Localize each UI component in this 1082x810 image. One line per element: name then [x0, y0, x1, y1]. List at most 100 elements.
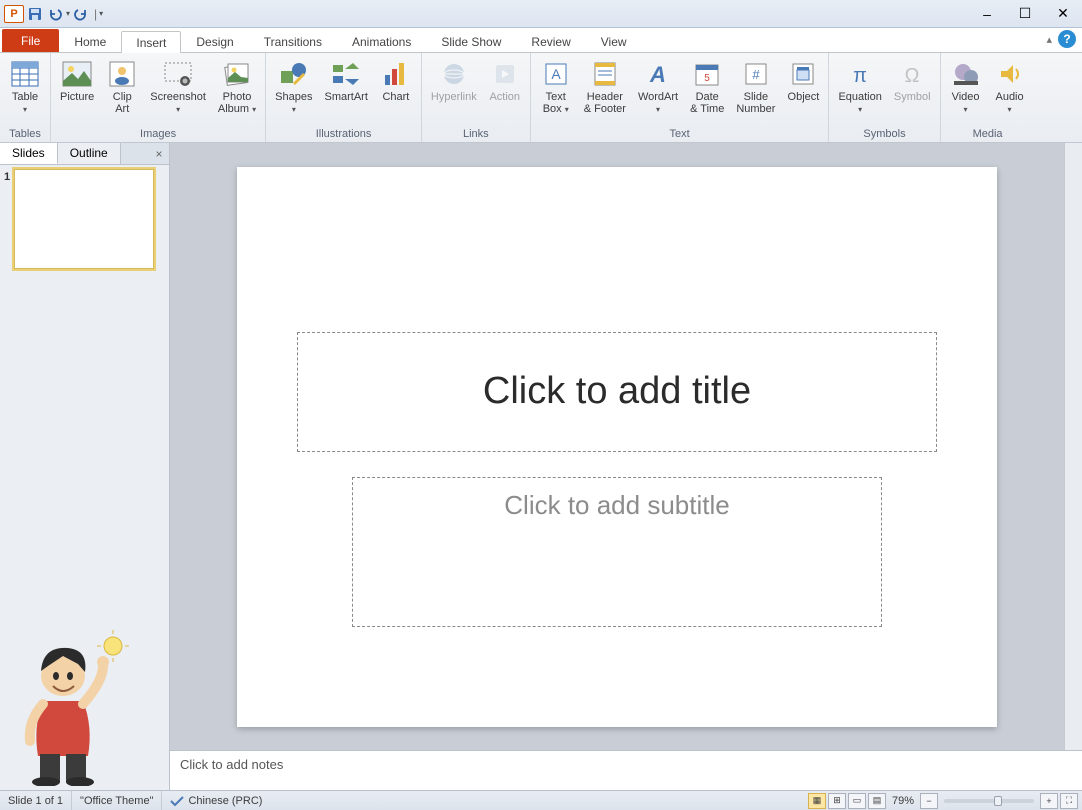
- title-placeholder[interactable]: Click to add title: [297, 332, 937, 452]
- window-controls: – ☐ ✕: [968, 3, 1082, 25]
- slide-canvas[interactable]: Click to add title Click to add subtitle: [170, 143, 1064, 750]
- clipart-button[interactable]: Clip Art: [101, 55, 143, 118]
- clipart-icon: [106, 58, 138, 90]
- picture-icon: [61, 58, 93, 90]
- subtitle-placeholder[interactable]: Click to add subtitle: [352, 477, 882, 627]
- tab-slideshow[interactable]: Slide Show: [426, 30, 516, 52]
- textbox-button[interactable]: A Text Box ▾: [535, 55, 577, 119]
- undo-dropdown-icon[interactable]: ▾: [66, 9, 70, 18]
- group-links: Hyperlink Action Links: [422, 53, 531, 142]
- zoom-level: 79%: [892, 795, 914, 807]
- normal-view-button[interactable]: ▦: [808, 793, 826, 809]
- title-bar: P ▾ | ▾ – ☐ ✕: [0, 0, 1082, 28]
- zoom-thumb[interactable]: [994, 796, 1002, 806]
- outline-tab[interactable]: Outline: [58, 143, 121, 164]
- notes-pane[interactable]: Click to add notes: [170, 750, 1082, 790]
- smartart-button[interactable]: SmartArt: [319, 55, 372, 106]
- group-tables: Table▾ Tables: [0, 53, 51, 142]
- minimize-button[interactable]: –: [968, 3, 1006, 25]
- edit-area: Click to add title Click to add subtitle…: [170, 143, 1082, 790]
- slideshow-view-button[interactable]: ▤: [868, 793, 886, 809]
- thumbnail-1[interactable]: 1: [4, 169, 165, 269]
- slidenumber-icon: #: [740, 58, 772, 90]
- svg-text:#: #: [752, 67, 760, 82]
- fit-to-window-button[interactable]: ⛶: [1060, 793, 1078, 809]
- vertical-scrollbar[interactable]: [1064, 143, 1082, 750]
- zoom-slider[interactable]: [944, 799, 1034, 803]
- svg-text:π: π: [853, 65, 867, 87]
- ribbon-minimize-icon[interactable]: ▴: [1046, 33, 1052, 46]
- slide[interactable]: Click to add title Click to add subtitle: [237, 167, 997, 727]
- header-footer-icon: [589, 58, 621, 90]
- picture-button[interactable]: Picture: [55, 55, 99, 106]
- tab-animations[interactable]: Animations: [337, 30, 426, 52]
- group-text: A Text Box ▾ Header & Footer A WordArt▾ …: [531, 53, 830, 142]
- status-slide-info[interactable]: Slide 1 of 1: [0, 791, 72, 810]
- status-theme[interactable]: "Office Theme": [72, 791, 162, 810]
- group-label-illustrations: Illustrations: [270, 127, 417, 142]
- reading-view-button[interactable]: ▭: [848, 793, 866, 809]
- group-images: Picture Clip Art Screenshot▾ Photo Album…: [51, 53, 266, 142]
- datetime-button[interactable]: 5 Date & Time: [685, 55, 729, 118]
- hyperlink-icon: [438, 58, 470, 90]
- status-language[interactable]: Chinese (PRC): [162, 791, 270, 810]
- group-label-images: Images: [55, 127, 261, 142]
- help-icon[interactable]: ?: [1058, 30, 1076, 48]
- shapes-button[interactable]: Shapes▾: [270, 55, 317, 119]
- group-illustrations: Shapes▾ SmartArt Chart Illustrations: [266, 53, 422, 142]
- thumbnail-number: 1: [4, 169, 10, 269]
- textbox-icon: A: [540, 58, 572, 90]
- group-label-text: Text: [535, 127, 825, 142]
- save-icon[interactable]: [26, 5, 44, 23]
- action-icon: [489, 58, 521, 90]
- slidenumber-button[interactable]: # Slide Number: [731, 55, 780, 118]
- audio-button[interactable]: Audio▾: [989, 55, 1031, 119]
- zoom-in-button[interactable]: +: [1040, 793, 1058, 809]
- tab-file[interactable]: File: [2, 29, 59, 52]
- object-button[interactable]: Object: [782, 55, 824, 106]
- tab-design[interactable]: Design: [181, 30, 248, 52]
- screenshot-button[interactable]: Screenshot▾: [145, 55, 211, 119]
- audio-icon: [994, 58, 1026, 90]
- tab-insert[interactable]: Insert: [121, 31, 181, 53]
- wordart-icon: A: [642, 58, 674, 90]
- sorter-view-button[interactable]: ⊞: [828, 793, 846, 809]
- zoom-out-button[interactable]: −: [920, 793, 938, 809]
- screenshot-icon: [162, 58, 194, 90]
- svg-text:Ω: Ω: [905, 65, 920, 87]
- slides-tab[interactable]: Slides: [0, 143, 58, 164]
- redo-icon[interactable]: [72, 5, 90, 23]
- video-icon: [950, 58, 982, 90]
- app-icon[interactable]: P: [4, 5, 24, 23]
- table-button[interactable]: Table▾: [4, 55, 46, 119]
- slides-panel: Slides Outline × 1: [0, 143, 170, 790]
- spellcheck-icon: [170, 795, 184, 807]
- close-button[interactable]: ✕: [1044, 3, 1082, 25]
- app-letter: P: [10, 8, 17, 20]
- thumbnails: 1: [0, 165, 169, 790]
- tab-review[interactable]: Review: [516, 30, 585, 52]
- status-bar: Slide 1 of 1 "Office Theme" Chinese (PRC…: [0, 790, 1082, 810]
- wordart-button[interactable]: A WordArt▾: [633, 55, 683, 119]
- tab-view[interactable]: View: [586, 30, 642, 52]
- qat-customize-icon[interactable]: ▾: [99, 9, 103, 18]
- action-button: Action: [484, 55, 526, 106]
- table-icon: [9, 58, 41, 90]
- panel-close-button[interactable]: ×: [149, 143, 169, 164]
- thumbnail-preview[interactable]: [14, 169, 154, 269]
- tab-home[interactable]: Home: [59, 30, 121, 52]
- group-label-tables: Tables: [4, 127, 46, 142]
- header-footer-button[interactable]: Header & Footer: [579, 55, 631, 118]
- svg-text:A: A: [551, 66, 561, 82]
- group-label-media: Media: [945, 127, 1031, 142]
- photo-album-button[interactable]: Photo Album ▾: [213, 55, 261, 119]
- chart-button[interactable]: Chart: [375, 55, 417, 106]
- group-label-links: Links: [426, 127, 526, 142]
- tab-transitions[interactable]: Transitions: [249, 30, 337, 52]
- maximize-button[interactable]: ☐: [1006, 3, 1044, 25]
- equation-button[interactable]: π Equation▾: [833, 55, 886, 119]
- undo-icon[interactable]: [46, 5, 64, 23]
- video-button[interactable]: Video▾: [945, 55, 987, 119]
- photo-album-icon: [221, 58, 253, 90]
- panel-tabs: Slides Outline ×: [0, 143, 169, 165]
